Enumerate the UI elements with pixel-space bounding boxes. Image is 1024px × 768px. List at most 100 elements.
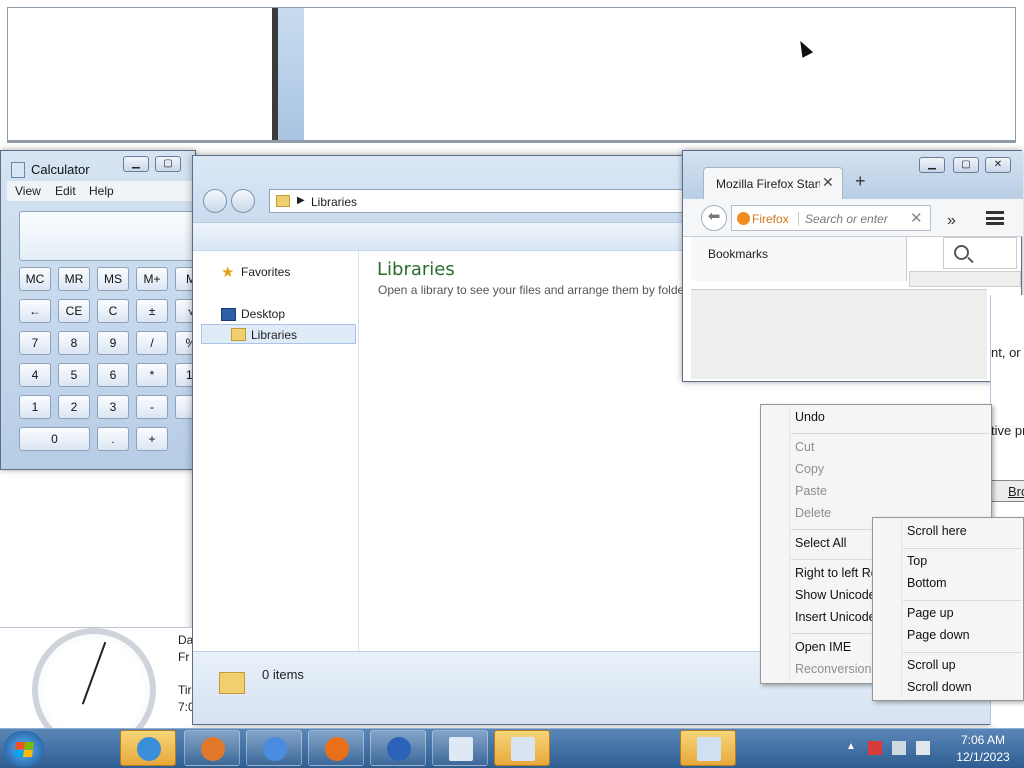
calc-key[interactable]: 3 bbox=[97, 395, 129, 419]
menu-gutter bbox=[901, 520, 902, 698]
calc-key[interactable]: MR bbox=[58, 267, 90, 291]
nav-favorites[interactable]: Favorites bbox=[241, 265, 290, 279]
calc-key[interactable]: ± bbox=[136, 299, 168, 323]
overflow-chevron-icon[interactable]: » bbox=[947, 212, 956, 230]
calculator-menubar: View Edit Help bbox=[7, 181, 197, 201]
taskbar-chrome[interactable] bbox=[246, 730, 302, 766]
folder-icon bbox=[276, 195, 290, 207]
taskbar-ie[interactable] bbox=[120, 730, 176, 766]
blank-window[interactable] bbox=[7, 7, 1016, 143]
search-box[interactable] bbox=[943, 237, 1017, 269]
breadcrumb[interactable]: Libraries bbox=[311, 195, 357, 209]
clear-icon[interactable]: ✕ bbox=[910, 209, 923, 227]
taskbar-thunderbird[interactable] bbox=[370, 730, 426, 766]
search-input[interactable]: Search or enter bbox=[798, 212, 888, 226]
item-count: 0 items bbox=[262, 667, 304, 682]
network-icon[interactable] bbox=[892, 741, 906, 755]
libraries-icon bbox=[231, 328, 246, 341]
gadget-text: 7:0 bbox=[178, 700, 192, 714]
menu-item[interactable]: Scroll down bbox=[907, 680, 972, 694]
scroll-context-menu[interactable]: Scroll here Top Bottom Page up Page down Scro… bbox=[872, 517, 1024, 701]
menu-separator bbox=[903, 548, 1021, 549]
horizontal-scrollbar[interactable] bbox=[909, 271, 1021, 287]
calc-key[interactable]: C bbox=[97, 299, 129, 323]
chrome-icon bbox=[263, 737, 287, 761]
menu-item[interactable]: Select All bbox=[795, 536, 846, 550]
minimize-button[interactable]: ▁ bbox=[919, 157, 945, 173]
menu-item[interactable]: Insert Unicode bbox=[795, 610, 876, 624]
menu-view[interactable]: View bbox=[15, 184, 41, 198]
calc-key[interactable]: 9 bbox=[97, 331, 129, 355]
url-bar[interactable]: Firefox Search or enter ✕ bbox=[731, 205, 931, 231]
browse-button[interactable]: Bro bbox=[991, 480, 1024, 502]
calculator-window[interactable]: Calculator ▁ ▢ View Edit Help MC MR MS M+ M ←… bbox=[0, 150, 207, 470]
window-strip bbox=[278, 8, 304, 142]
taskbar-calculator[interactable] bbox=[494, 730, 550, 766]
calc-key[interactable]: 5 bbox=[58, 363, 90, 387]
close-button[interactable]: ✕ bbox=[985, 157, 1011, 173]
star-icon: ★ bbox=[221, 264, 235, 281]
clipped-text: nt, or l bbox=[991, 345, 1024, 360]
forward-button[interactable] bbox=[231, 189, 255, 213]
menu-item[interactable]: Page down bbox=[907, 628, 970, 642]
maximize-button[interactable]: ▢ bbox=[155, 156, 181, 172]
volume-muted-icon[interactable] bbox=[916, 741, 930, 755]
taskbar-remote-desktop[interactable] bbox=[432, 730, 488, 766]
menu-item[interactable]: Bottom bbox=[907, 576, 947, 590]
calc-key[interactable]: / bbox=[136, 331, 168, 355]
clock-date[interactable]: 12/1/2023 bbox=[948, 750, 1018, 764]
taskbar-media-player[interactable] bbox=[184, 730, 240, 766]
clock-time[interactable]: 7:06 AM bbox=[948, 733, 1018, 747]
taskbar-explorer[interactable] bbox=[680, 730, 736, 766]
chevron-up-icon[interactable]: ▲ bbox=[846, 741, 860, 755]
remote-desktop-icon bbox=[449, 737, 473, 761]
close-tab-icon[interactable]: ✕ bbox=[822, 174, 834, 191]
new-tab-button[interactable]: + bbox=[855, 171, 866, 192]
menu-item[interactable]: Right to left Re bbox=[795, 566, 878, 580]
menu-item[interactable]: Open IME bbox=[795, 640, 851, 654]
menu-item[interactable]: Scroll up bbox=[907, 658, 956, 672]
menu-help[interactable]: Help bbox=[89, 184, 114, 198]
calc-key[interactable]: * bbox=[136, 363, 168, 387]
calc-key[interactable]: - bbox=[136, 395, 168, 419]
menu-item[interactable]: Undo bbox=[795, 410, 825, 424]
calc-key[interactable]: 0 bbox=[19, 427, 90, 451]
calc-key[interactable]: 7 bbox=[19, 331, 51, 355]
menu-edit[interactable]: Edit bbox=[55, 184, 76, 198]
back-button[interactable] bbox=[203, 189, 227, 213]
content-subtitle: Open a library to see your files and arr… bbox=[378, 283, 689, 297]
folder-icon bbox=[219, 672, 245, 694]
calc-key[interactable]: MC bbox=[19, 267, 51, 291]
firefox-tab[interactable]: Mozilla Firefox Start Page ✕ bbox=[703, 167, 843, 199]
address-bar[interactable]: ▶ Libraries bbox=[269, 189, 689, 213]
calc-key[interactable]: 8 bbox=[58, 331, 90, 355]
calc-key[interactable]: 6 bbox=[97, 363, 129, 387]
minimize-button[interactable]: ▁ bbox=[123, 156, 149, 172]
calc-key[interactable]: . bbox=[97, 427, 129, 451]
menu-item[interactable]: Page up bbox=[907, 606, 954, 620]
calc-key[interactable]: MS bbox=[97, 267, 129, 291]
calc-key[interactable]: 1 bbox=[19, 395, 51, 419]
taskbar-firefox[interactable] bbox=[308, 730, 364, 766]
firefox-window[interactable]: ▁ ▢ ✕ Mozilla Firefox Start Page ✕ + ⬅ F… bbox=[682, 150, 1023, 382]
menu-item[interactable]: Scroll here bbox=[907, 524, 967, 538]
menu-item: Cut bbox=[795, 440, 815, 454]
calc-key[interactable]: ← bbox=[19, 299, 51, 323]
calc-key[interactable]: + bbox=[136, 427, 168, 451]
menu-item[interactable]: Show Unicode bbox=[795, 588, 876, 602]
menu-item[interactable]: Top bbox=[907, 554, 927, 568]
maximize-button[interactable]: ▢ bbox=[953, 157, 979, 173]
calc-key[interactable]: CE bbox=[58, 299, 90, 323]
nav-libraries[interactable]: Libraries bbox=[251, 328, 297, 342]
identity-label: Firefox bbox=[752, 212, 789, 226]
bookmarks-label[interactable]: Bookmarks bbox=[708, 247, 768, 261]
calc-key[interactable]: M+ bbox=[136, 267, 168, 291]
nav-desktop[interactable]: Desktop bbox=[241, 307, 285, 321]
calculator-title: Calculator bbox=[31, 162, 90, 177]
calc-key[interactable]: 2 bbox=[58, 395, 90, 419]
action-center-icon[interactable] bbox=[868, 741, 882, 755]
calc-key[interactable]: 4 bbox=[19, 363, 51, 387]
firefox-icon bbox=[325, 737, 349, 761]
back-button[interactable]: ⬅ bbox=[701, 205, 727, 231]
hamburger-menu-icon[interactable] bbox=[986, 211, 1004, 225]
